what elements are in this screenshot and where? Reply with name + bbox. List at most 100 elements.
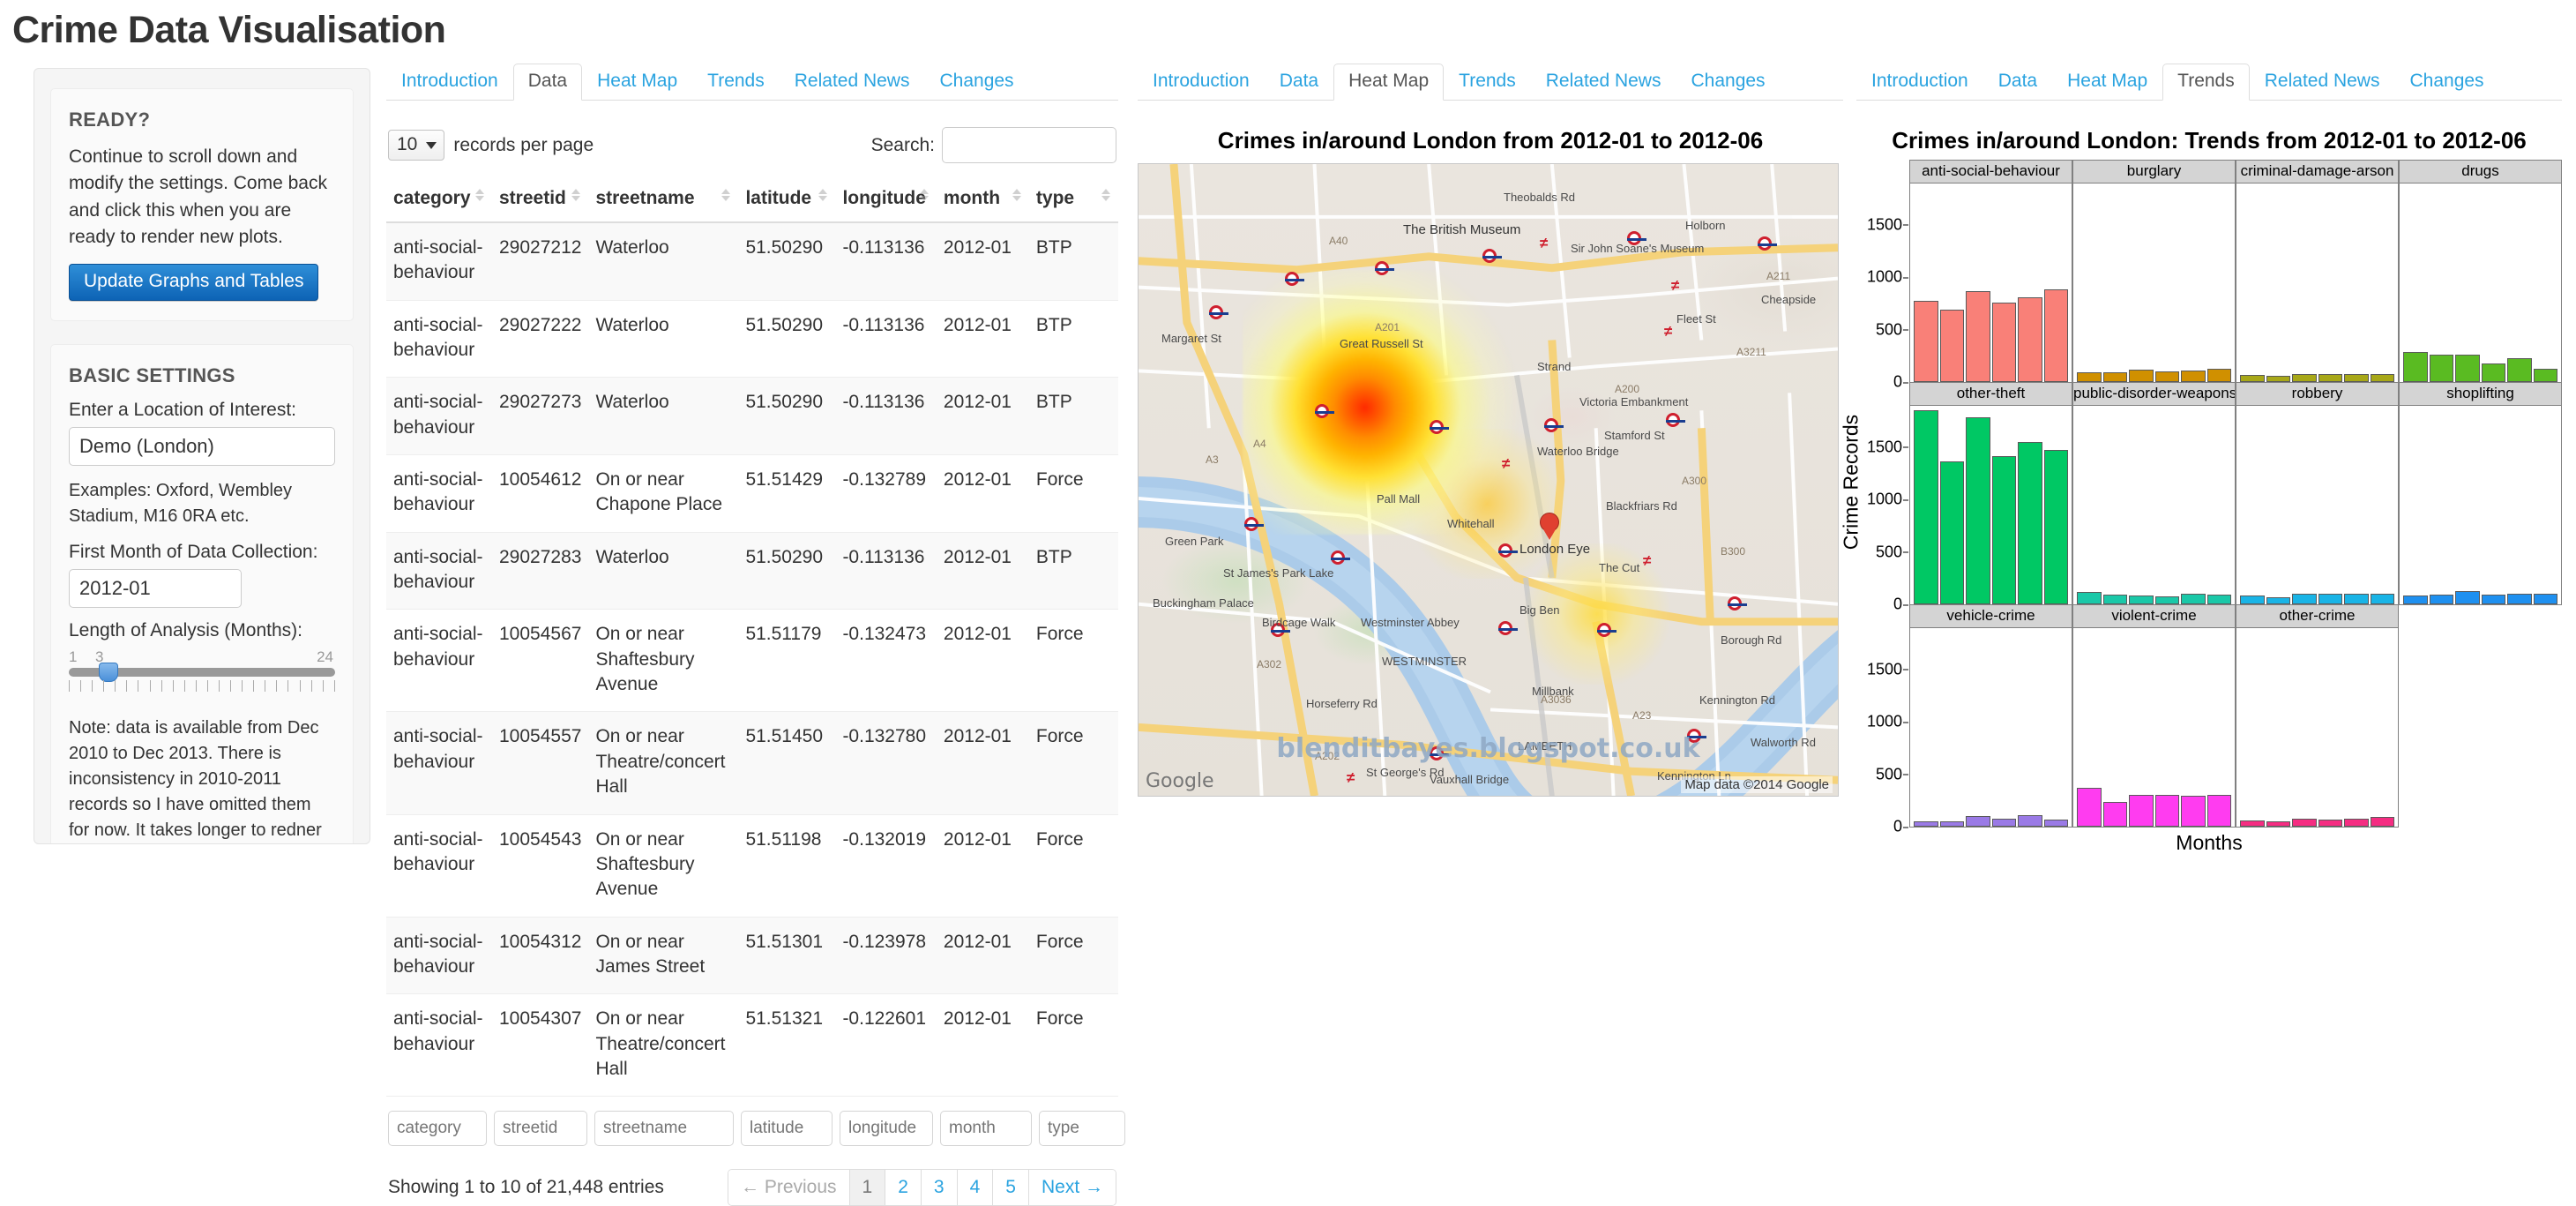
first-month-input[interactable]	[69, 568, 242, 608]
column-header-month[interactable]: month	[936, 183, 1029, 223]
sort-icon	[1012, 189, 1022, 203]
map-label: Horseferry Rd	[1306, 697, 1378, 710]
facet-strip-label: criminal-damage-arson	[2236, 160, 2399, 184]
filter-streetname[interactable]	[594, 1111, 734, 1147]
tab-heat-map[interactable]: Heat Map	[1333, 64, 1445, 101]
tab-introduction[interactable]: Introduction	[386, 64, 513, 101]
bar-2012-03	[2129, 369, 2154, 382]
cell-type: BTP	[1028, 222, 1118, 301]
heatmap-title: Crimes in/around London from 2012-01 to …	[1217, 127, 1764, 154]
page-4[interactable]: 4	[957, 1170, 994, 1206]
trends-panel-tabs: Introduction Data Heat Map Trends Relate…	[1856, 64, 2562, 101]
page-5[interactable]: 5	[993, 1170, 1029, 1206]
filter-streetid[interactable]	[494, 1111, 587, 1147]
column-header-type[interactable]: type	[1028, 183, 1118, 223]
tab-changes[interactable]: Changes	[2394, 64, 2498, 101]
map-label: Borough Rd	[1721, 633, 1782, 647]
column-header-category[interactable]: category	[386, 183, 492, 223]
page-1[interactable]: 1	[849, 1170, 886, 1206]
bar-2012-04	[1991, 303, 2016, 382]
table-row[interactable]: anti-social-behaviour 10054612 On or near …	[386, 454, 1118, 533]
tab-introduction[interactable]: Introduction	[1138, 64, 1265, 101]
map-road-label: A3	[1206, 453, 1219, 466]
table-row[interactable]: anti-social-behaviour 10054543 On or near …	[386, 814, 1118, 918]
length-of-analysis-slider[interactable]: 1 3 24	[69, 648, 335, 703]
cell-longitude: -0.132780	[835, 711, 937, 815]
tab-data[interactable]: Data	[1983, 64, 2052, 101]
map-label: Waterloo Bridge	[1537, 445, 1619, 458]
tab-heat-map[interactable]: Heat Map	[2052, 64, 2162, 101]
table-row[interactable]: anti-social-behaviour 10054567 On or near …	[386, 609, 1118, 713]
cell-month: 2012-01	[936, 711, 1029, 815]
map-label: Birdcage Walk	[1262, 616, 1336, 629]
page-next[interactable]: Next →	[1028, 1170, 1116, 1206]
bar-2012-03	[2455, 355, 2480, 382]
column-header-streetname[interactable]: streetname	[588, 183, 739, 223]
tab-related-news[interactable]: Related News	[780, 64, 925, 101]
facet-row: vehicle-crime violent-crime other-crime	[1909, 604, 2562, 828]
facet-plot-area	[2236, 406, 2399, 605]
cell-month: 2012-01	[936, 377, 1029, 456]
search-input[interactable]	[942, 127, 1116, 163]
filter-month[interactable]	[940, 1111, 1032, 1147]
tab-trends[interactable]: Trends	[2162, 64, 2250, 101]
ready-text: Continue to scroll down and modify the s…	[69, 146, 327, 248]
facet-plot-area	[2399, 406, 2562, 605]
map-attribution: Map data ©2014 Google	[1681, 776, 1833, 793]
tab-heat-map[interactable]: Heat Map	[582, 64, 692, 101]
trends-tab-panel: Introduction Data Heat Map Trends Relate…	[1840, 64, 2562, 857]
filter-type[interactable]	[1039, 1111, 1125, 1147]
records-per-page-select[interactable]: 10	[388, 130, 445, 161]
y-tick-500: 500	[1875, 543, 1909, 561]
page-3[interactable]: 3	[921, 1170, 958, 1206]
y-tick-1500: 1500	[1866, 215, 1909, 234]
tab-data[interactable]: Data	[512, 64, 583, 101]
facet-criminal-damage-arson: criminal-damage-arson	[2236, 160, 2399, 383]
tab-related-news[interactable]: Related News	[1531, 64, 1676, 101]
table-row[interactable]: anti-social-behaviour 29027222 Waterloo 51.…	[386, 300, 1118, 378]
tab-trends[interactable]: Trends	[1444, 64, 1531, 101]
page-previous[interactable]: ← Previous	[728, 1170, 850, 1206]
google-heatmap[interactable]: ≠ ≠ ≠ ≠ ≠ ≠ London Eye The British Museu…	[1138, 163, 1839, 797]
location-input[interactable]	[69, 426, 335, 466]
cell-category: anti-social-behaviour	[386, 814, 492, 918]
map-label: Westminster Abbey	[1361, 616, 1460, 629]
tab-trends[interactable]: Trends	[692, 64, 780, 101]
filter-longitude[interactable]	[840, 1111, 933, 1147]
table-row[interactable]: anti-social-behaviour 10054312 On or near …	[386, 917, 1118, 995]
analysis-note: Note: data is available from Dec 2010 to…	[69, 717, 322, 840]
table-body: anti-social-behaviour 29027212 Waterloo 51.…	[386, 222, 1118, 1097]
table-row[interactable]: anti-social-behaviour 29027212 Waterloo 51.…	[386, 222, 1118, 301]
tube-station-icon	[1375, 261, 1394, 275]
bar-2012-02	[2429, 354, 2453, 382]
tab-related-news[interactable]: Related News	[2250, 64, 2395, 101]
cell-longitude: -0.113136	[835, 532, 937, 610]
tab-introduction[interactable]: Introduction	[1856, 64, 1983, 101]
page-title: Crime Data Visualisation	[12, 9, 446, 51]
tab-changes[interactable]: Changes	[1676, 64, 1780, 101]
map-label: Stamford St	[1604, 429, 1665, 442]
cell-latitude: 51.50290	[738, 300, 836, 378]
column-header-streetid[interactable]: streetid	[492, 183, 589, 223]
table-row[interactable]: anti-social-behaviour 10054307 On or near …	[386, 993, 1118, 1097]
facet-empty	[2399, 604, 2562, 827]
tab-changes[interactable]: Changes	[924, 64, 1028, 101]
search-group: Search:	[871, 127, 1116, 163]
sort-icon	[475, 189, 485, 203]
table-row[interactable]: anti-social-behaviour 10054557 On or near …	[386, 711, 1118, 815]
page-2[interactable]: 2	[885, 1170, 922, 1206]
column-header-longitude[interactable]: longitude	[835, 183, 937, 223]
filter-category[interactable]	[388, 1111, 487, 1147]
table-row[interactable]: anti-social-behaviour 29027283 Waterloo 51.…	[386, 532, 1118, 610]
filter-latitude[interactable]	[741, 1111, 833, 1147]
cell-streetid: 10054567	[492, 609, 589, 713]
update-graphs-button[interactable]: Update Graphs and Tables	[69, 263, 319, 301]
cell-month: 2012-01	[936, 917, 1029, 995]
tab-data[interactable]: Data	[1265, 64, 1333, 101]
facet-strip-label: robbery	[2236, 382, 2399, 406]
slider-handle[interactable]	[99, 662, 118, 682]
datatable-footer: Showing 1 to 10 of 21,448 entries ← Prev…	[388, 1169, 1116, 1206]
table-row[interactable]: anti-social-behaviour 29027273 Waterloo 51.…	[386, 377, 1118, 456]
facet-plot-area	[2236, 184, 2399, 383]
column-header-latitude[interactable]: latitude	[738, 183, 836, 223]
